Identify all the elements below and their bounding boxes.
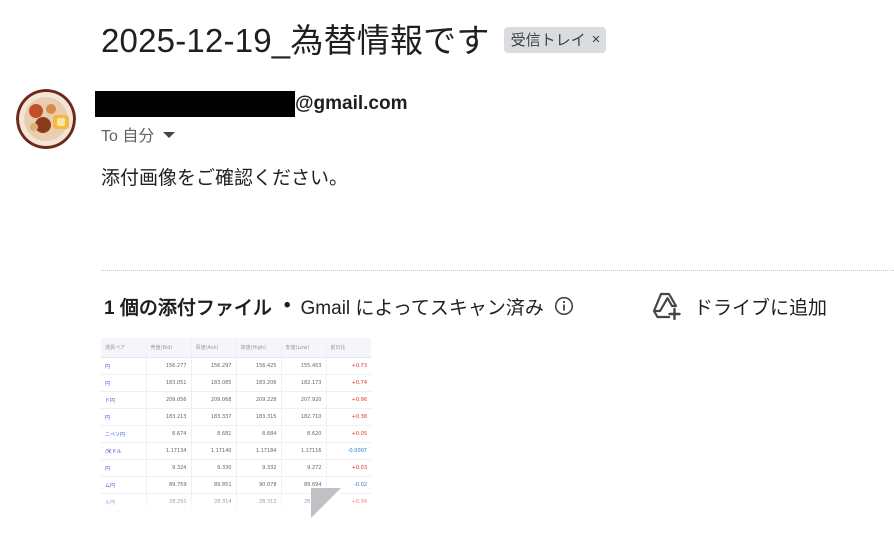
- caret-down-icon: [163, 132, 176, 138]
- preview-cell: 8.681: [191, 425, 237, 443]
- preview-cell: 円: [101, 459, 147, 477]
- preview-cell: ド円: [101, 391, 147, 409]
- preview-header-cell: 買値(Ask): [191, 338, 237, 358]
- preview-cell: 90.078: [236, 476, 282, 494]
- preview-cell: 183.213: [146, 408, 192, 426]
- page-fold-icon: [311, 488, 341, 518]
- preview-cell: 89.851: [191, 476, 237, 494]
- preview-cell: 9.272: [281, 459, 327, 477]
- preview-row: /米ドル 1.17134 1.17140 1.17184 1.17116 -0.0007: [101, 442, 371, 460]
- preview-cell: 9.324: [146, 459, 192, 477]
- preview-cell: 182.173: [281, 374, 327, 392]
- recipient-text: To 自分: [101, 128, 155, 145]
- preview-cell: +0.05: [326, 425, 371, 443]
- preview-header-cell: 通貨ペア: [101, 338, 147, 358]
- preview-row: 円 9.324 9.330 9.332 9.272 +0.03: [101, 459, 371, 477]
- preview-cell: 207.920: [281, 391, 327, 409]
- preview-cell: 182.710: [281, 408, 327, 426]
- preview-cell: 156.277: [146, 357, 192, 375]
- preview-cell: 183.337: [191, 408, 237, 426]
- scan-status: Gmail によってスキャン済み: [300, 297, 544, 319]
- preview-cell: 1.17184: [236, 442, 282, 460]
- preview-cell: 円: [101, 357, 147, 375]
- preview-header-cell: 安値(Low): [281, 338, 327, 358]
- inbox-label-text: 受信トレイ: [510, 32, 586, 49]
- preview-cell: 183.315: [236, 408, 282, 426]
- preview-cell: 183.206: [236, 374, 282, 392]
- preview-cell: +0.03: [326, 459, 371, 477]
- preview-cell: 183.051: [146, 374, 192, 392]
- preview-cell: 209.068: [191, 391, 237, 409]
- preview-cell: +0.73: [326, 357, 371, 375]
- preview-cell: 円: [101, 374, 147, 392]
- preview-cell: 209.056: [146, 391, 192, 409]
- remove-label-button[interactable]: ×: [592, 31, 601, 48]
- sender-line: @gmail.com: [95, 91, 408, 117]
- redacted-sender-name: [95, 91, 295, 117]
- preview-cell: ニペソ円: [101, 425, 147, 443]
- preview-header-cell: 高値(High): [236, 338, 282, 358]
- email-subject: 2025-12-19_為替情報です: [101, 22, 490, 59]
- preview-row: ニペソ円 8.674 8.681 8.684 8.620 +0.05: [101, 425, 371, 443]
- preview-cell: +0.38: [326, 408, 371, 426]
- preview-cell: /米ドル: [101, 442, 147, 460]
- add-to-drive-button[interactable]: ドライブに追加: [650, 288, 827, 324]
- preview-cell: ム円: [101, 476, 147, 494]
- inbox-label-chip[interactable]: 受信トレイ ×: [503, 27, 607, 53]
- preview-header-cell: 売値(Bid): [146, 338, 192, 358]
- add-to-drive-label: ドライブに追加: [694, 297, 828, 319]
- preview-cell: 9.332: [236, 459, 282, 477]
- separator-dot: •: [283, 295, 291, 316]
- email-body: 添付画像をご確認ください。: [101, 168, 349, 189]
- preview-row: 円 156.277 156.297 156.425 155.453 +0.73: [101, 357, 371, 375]
- preview-cell: +0.96: [326, 391, 371, 409]
- sender-avatar[interactable]: [16, 89, 76, 149]
- preview-row: 円 183.051 183.085 183.206 182.173 +0.74: [101, 374, 371, 392]
- preview-cell: 1.17140: [191, 442, 237, 460]
- sender-email-domain: @gmail.com: [295, 93, 408, 114]
- attachments-divider: [101, 270, 894, 271]
- preview-row: ド円 209.056 209.068 209.228 207.920 +0.96: [101, 391, 371, 409]
- preview-cell: 1.17116: [281, 442, 327, 460]
- preview-cell: 155.453: [281, 357, 327, 375]
- preview-cell: 円: [101, 408, 147, 426]
- preview-cell: 1.17134: [146, 442, 192, 460]
- preview-cell: 209.228: [236, 391, 282, 409]
- preview-cell: 156.425: [236, 357, 282, 375]
- preview-cell: 8.620: [281, 425, 327, 443]
- recipient-details-toggle[interactable]: To 自分: [101, 122, 176, 146]
- preview-cell: 8.684: [236, 425, 282, 443]
- attachment-thumbnail[interactable]: 通貨ペア 売値(Bid) 買値(Ask) 高値(High) 安値(Low) 前日比 円 15…: [101, 338, 371, 518]
- info-icon[interactable]: [554, 296, 574, 316]
- attachments-header: 1 個の添付ファイル • Gmail によってスキャン済み: [104, 290, 574, 322]
- preview-cell: -0.0007: [326, 442, 371, 460]
- preview-header-cell: 前日比: [326, 338, 371, 358]
- preview-cell: 8.674: [146, 425, 192, 443]
- drive-add-icon: [650, 290, 682, 322]
- preview-cell: 156.297: [191, 357, 237, 375]
- attachment-count: 1 個の添付ファイル: [104, 297, 272, 319]
- preview-cell: +0.74: [326, 374, 371, 392]
- email-header: 2025-12-19_為替情報です 受信トレイ ×: [101, 16, 607, 60]
- preview-cell: 89.759: [146, 476, 192, 494]
- preview-row: 円 183.213 183.337 183.315 182.710 +0.38: [101, 408, 371, 426]
- preview-cell: 183.085: [191, 374, 237, 392]
- preview-cell: 9.330: [191, 459, 237, 477]
